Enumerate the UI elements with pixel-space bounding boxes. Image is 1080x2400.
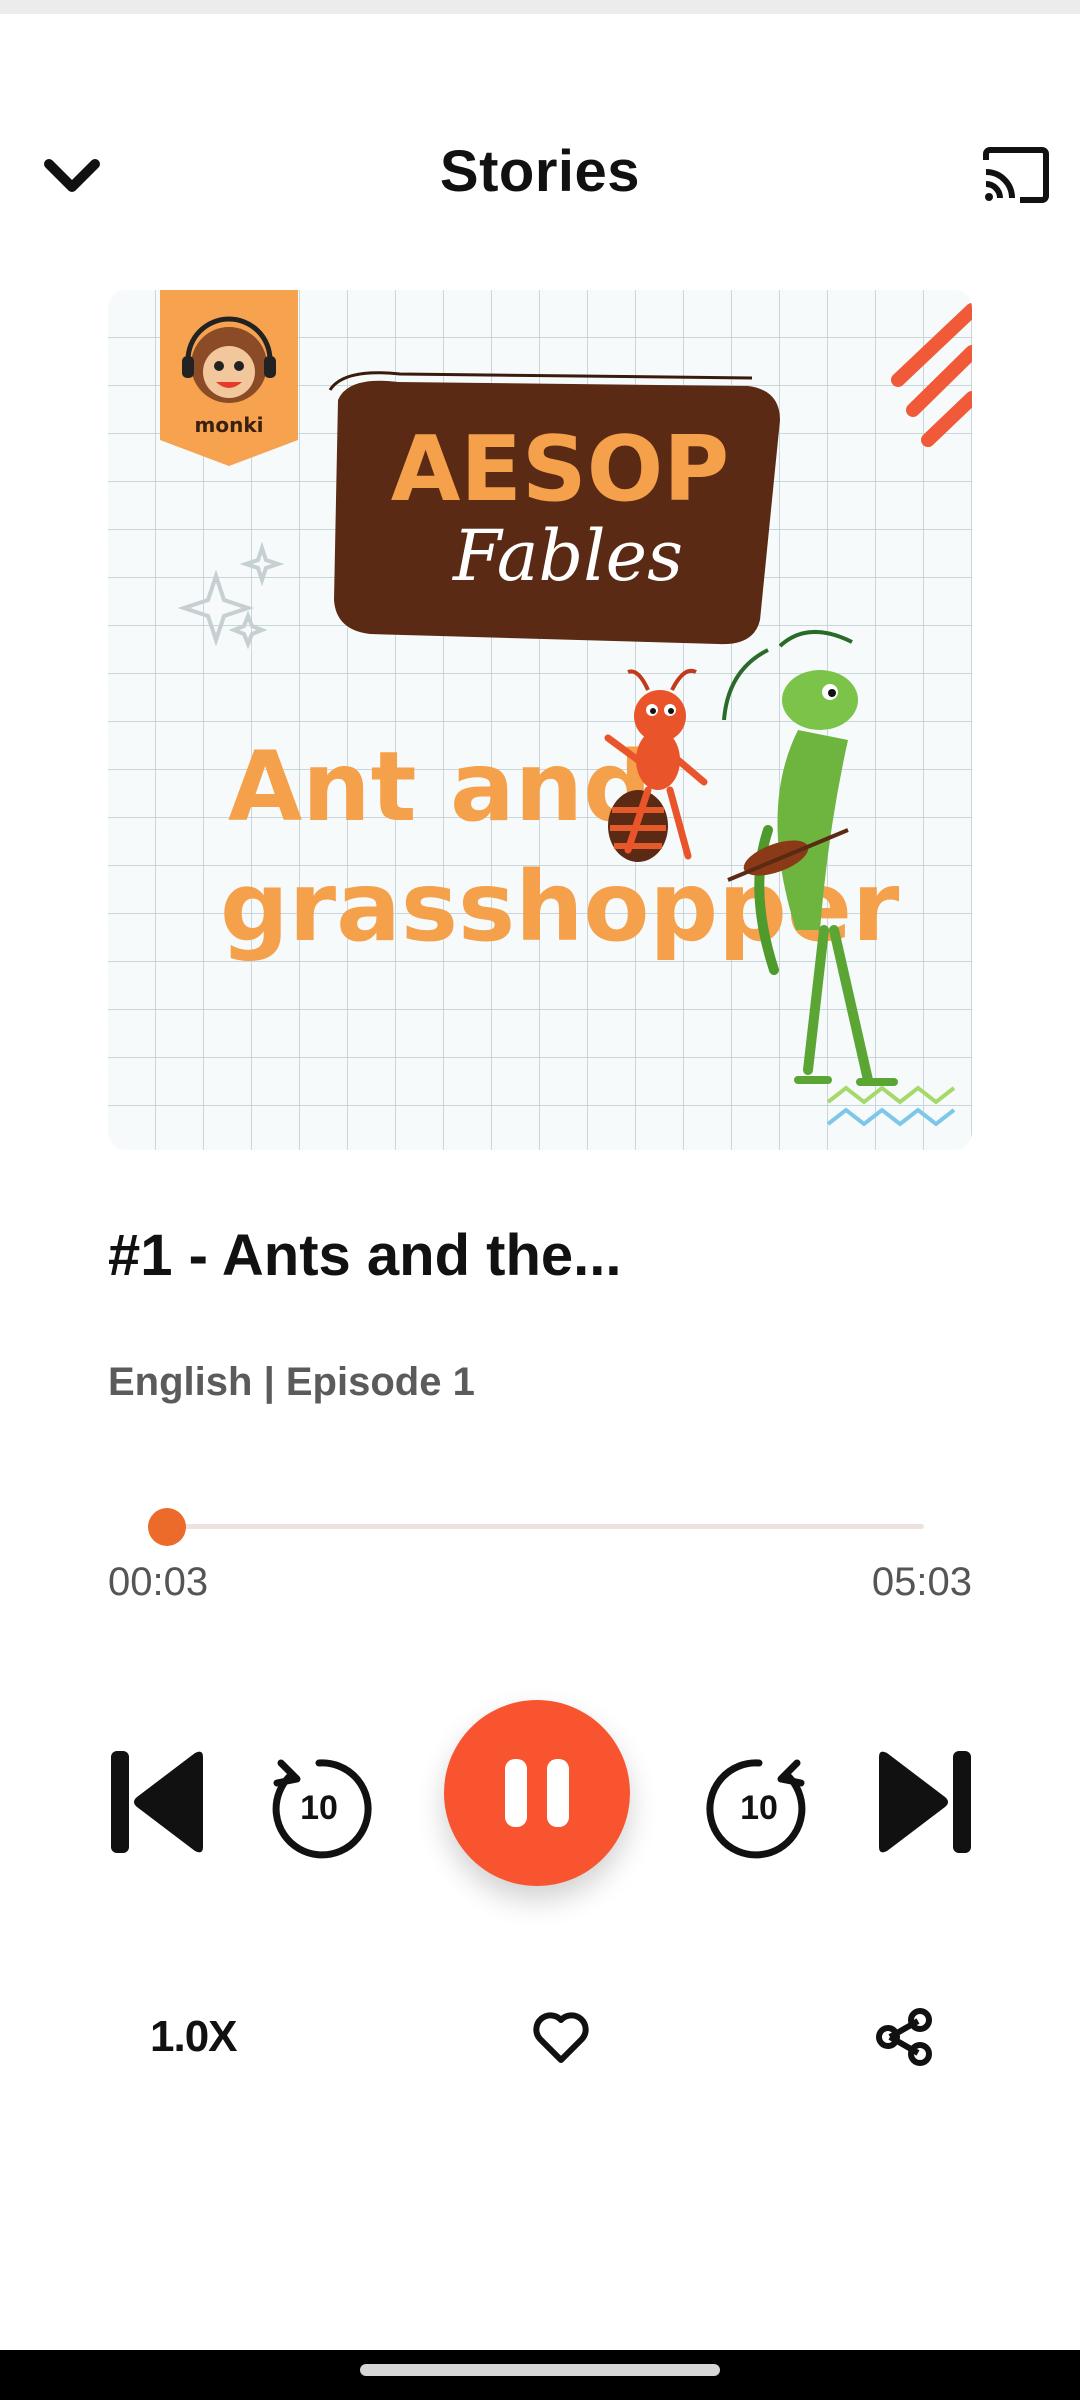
svg-text:monki: monki — [195, 413, 264, 437]
total-time: 05:03 — [871, 1560, 972, 1604]
next-button[interactable] — [872, 1746, 978, 1858]
cast-icon — [983, 147, 1049, 203]
pause-button[interactable] — [444, 1700, 630, 1886]
forward-10-icon: 10 — [706, 1759, 806, 1859]
episode-subtitle: English | Episode 1 — [108, 1360, 475, 1404]
episode-artwork: monki AESOP Fables Ant and grasshopper — [108, 290, 972, 1150]
previous-button[interactable] — [104, 1746, 210, 1858]
rewind-label: 10 — [300, 1789, 338, 1827]
share-icon — [876, 2008, 932, 2066]
artwork-script: Fables — [451, 515, 683, 597]
progress-knob[interactable] — [148, 1508, 186, 1546]
forward-label: 10 — [740, 1789, 778, 1827]
forward-10-button[interactable]: 10 — [704, 1748, 816, 1860]
home-gesture-handle[interactable] — [360, 2364, 720, 2376]
artwork-story-line1: Ant and — [228, 731, 652, 843]
heart-icon — [533, 2012, 589, 2063]
elapsed-time: 00:03 — [108, 1560, 209, 1604]
status-bar — [0, 0, 1080, 14]
favorite-button[interactable] — [530, 2006, 592, 2068]
progress-track[interactable] — [168, 1524, 924, 1529]
rewind-10-button[interactable]: 10 — [262, 1748, 374, 1860]
artwork-headline: AESOP — [391, 417, 729, 522]
cast-button[interactable] — [976, 136, 1056, 216]
episode-title: #1 - Ants and the... — [108, 1223, 622, 1288]
playback-speed-button[interactable]: 1.0X — [150, 2012, 238, 2062]
rewind-10-icon: 10 — [272, 1759, 372, 1859]
share-button[interactable] — [874, 2006, 936, 2068]
skip-previous-icon — [111, 1751, 203, 1853]
brand-logo: monki — [160, 290, 298, 466]
skip-next-icon — [879, 1751, 971, 1853]
pause-icon — [505, 1759, 569, 1827]
header: Stories — [0, 120, 1080, 220]
page-title: Stories — [439, 139, 641, 204]
